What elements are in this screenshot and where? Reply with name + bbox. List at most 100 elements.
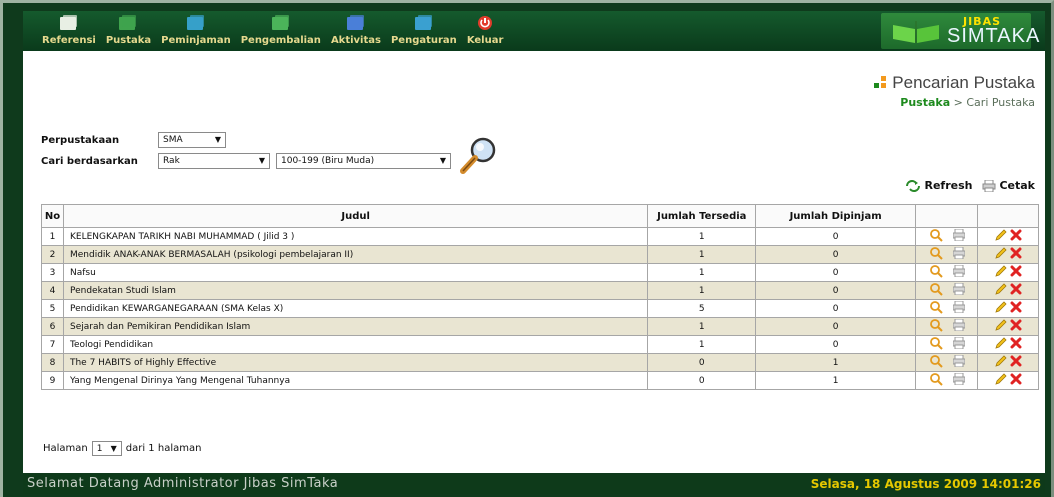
app-frame: Referensi Pustaka Peminjaman Pengembalian Ak… — [0, 0, 1054, 497]
delete-x-icon[interactable] — [1010, 319, 1022, 334]
pencil-icon[interactable] — [994, 354, 1007, 371]
rak-select[interactable]: 100-199 (Biru Muda) ▼ — [276, 153, 451, 169]
status-footer: Selamat Datang Administrator Jibas SimTa… — [23, 474, 1045, 494]
cell-tersedia: 1 — [647, 281, 757, 300]
nav-item-pengembalian[interactable]: Pengembalian — [236, 13, 326, 46]
cell-edit-actions — [977, 245, 1039, 264]
pager-prefix: Halaman — [43, 443, 88, 454]
delete-x-icon[interactable] — [1010, 265, 1022, 280]
aktivitas-icon — [343, 13, 369, 33]
page-select[interactable]: 1 ▼ — [91, 441, 122, 456]
magnifier-icon[interactable] — [929, 354, 943, 371]
nav-item-label: Pengaturan — [390, 35, 457, 46]
main-menu: Referensi Pustaka Peminjaman Pengembalian Ak… — [37, 13, 508, 46]
delete-x-icon[interactable] — [1010, 355, 1022, 370]
nav-item-aktivitas[interactable]: Aktivitas — [326, 13, 386, 46]
print-icon[interactable] — [952, 264, 966, 280]
print-icon[interactable] — [952, 228, 966, 244]
col-header-view — [915, 204, 978, 228]
magnifier-icon[interactable] — [929, 300, 943, 317]
pencil-icon[interactable] — [994, 372, 1007, 389]
magnifier-icon[interactable] — [929, 282, 943, 299]
table-row: 6 Sejarah dan Pemikiran Pendidikan Islam 1… — [41, 317, 1039, 336]
pencil-icon[interactable] — [994, 282, 1007, 299]
nav-item-label: Aktivitas — [330, 35, 381, 46]
cell-view-actions — [915, 245, 978, 264]
nav-item-label: Pengembalian — [240, 35, 321, 46]
table-row: 5 Pendidikan KEWARGANEGARAAN (SMA Kelas X… — [41, 299, 1039, 318]
pencil-icon[interactable] — [994, 318, 1007, 335]
cell-view-actions — [915, 227, 978, 246]
pagination: Halaman 1 ▼ dari 1 halaman — [43, 441, 201, 456]
cell-view-actions — [915, 353, 978, 372]
search-button-magnifier-icon[interactable] — [459, 135, 499, 175]
cell-judul: The 7 HABITS of Highly Effective — [62, 353, 649, 372]
breadcrumb: Pustaka > Cari Pustaka — [900, 96, 1035, 109]
power-icon — [472, 13, 498, 33]
print-icon[interactable] — [952, 318, 966, 334]
magnifier-icon[interactable] — [929, 372, 943, 389]
col-header-judul: Judul — [62, 204, 649, 228]
perpustakaan-select[interactable]: SMA ▼ — [158, 132, 226, 148]
page-title-text: Pencarian Pustaka — [892, 73, 1035, 92]
table-row: 8 The 7 HABITS of Highly Effective 0 1 — [41, 353, 1039, 372]
magnifier-icon[interactable] — [929, 228, 943, 245]
cell-tersedia: 5 — [647, 299, 757, 318]
pencil-icon[interactable] — [994, 336, 1007, 353]
print-icon[interactable] — [952, 246, 966, 262]
breadcrumb-pustaka-link[interactable]: Pustaka — [900, 96, 950, 109]
jibas-simtaka-logo: JIBAS SIMTAKA — [881, 13, 1039, 49]
chevron-down-icon: ▼ — [214, 135, 221, 144]
cell-no: 7 — [41, 335, 64, 354]
nav-item-peminjaman[interactable]: Peminjaman — [156, 13, 236, 46]
pengembalian-icon — [268, 13, 294, 33]
cell-no: 4 — [41, 281, 64, 300]
nav-item-keluar[interactable]: Keluar — [462, 13, 509, 46]
cari-berdasarkan-select-value: Rak — [163, 156, 180, 166]
print-icon[interactable] — [952, 354, 966, 370]
magnifier-icon[interactable] — [929, 336, 943, 353]
nav-item-referensi[interactable]: Referensi — [37, 13, 101, 46]
cell-judul: Nafsu — [62, 263, 649, 282]
cell-view-actions — [915, 299, 978, 318]
delete-x-icon[interactable] — [1010, 283, 1022, 298]
nav-item-pengaturan[interactable]: Pengaturan — [386, 13, 462, 46]
pustaka-table: No Judul Jumlah Tersedia Jumlah Dipinjam… — [41, 204, 1039, 390]
delete-x-icon[interactable] — [1010, 229, 1022, 244]
print-icon[interactable] — [952, 336, 966, 352]
cell-view-actions — [915, 263, 978, 282]
refresh-button[interactable]: Refresh — [905, 179, 972, 192]
delete-x-icon[interactable] — [1010, 247, 1022, 262]
magnifier-icon[interactable] — [929, 318, 943, 335]
cell-judul: KELENGKAPAN TARIKH NABI MUHAMMAD ( Jilid… — [62, 227, 649, 246]
magnifier-icon[interactable] — [929, 264, 943, 281]
pencil-icon[interactable] — [994, 246, 1007, 263]
breadcrumb-current: Cari Pustaka — [966, 96, 1035, 109]
pager-suffix: dari 1 halaman — [125, 443, 202, 454]
nav-item-pustaka[interactable]: Pustaka — [101, 13, 156, 46]
pencil-icon[interactable] — [994, 264, 1007, 281]
cell-judul: Pendekatan Studi Islam — [62, 281, 649, 300]
pencil-icon[interactable] — [994, 300, 1007, 317]
table-header-row: No Judul Jumlah Tersedia Jumlah Dipinjam — [41, 204, 1039, 228]
magnifier-icon[interactable] — [929, 246, 943, 263]
cetak-button[interactable]: Cetak — [982, 179, 1035, 192]
cell-edit-actions — [977, 317, 1039, 336]
page-select-value: 1 — [96, 444, 103, 454]
cell-edit-actions — [977, 227, 1039, 246]
table-actions: Refresh Cetak — [905, 179, 1035, 192]
cell-judul: Yang Mengenal Dirinya Yang Mengenal Tuha… — [62, 371, 649, 390]
delete-x-icon[interactable] — [1010, 301, 1022, 316]
print-icon[interactable] — [952, 300, 966, 316]
pencil-icon[interactable] — [994, 228, 1007, 245]
nav-item-label: Peminjaman — [161, 35, 231, 46]
delete-x-icon[interactable] — [1010, 337, 1022, 352]
perpustakaan-label: Perpustakaan — [41, 135, 120, 146]
print-icon — [982, 179, 996, 192]
cari-berdasarkan-select[interactable]: Rak ▼ — [158, 153, 270, 169]
delete-x-icon[interactable] — [1010, 373, 1022, 388]
print-icon[interactable] — [952, 282, 966, 298]
cell-dipinjam: 1 — [755, 371, 917, 390]
cell-view-actions — [915, 335, 978, 354]
print-icon[interactable] — [952, 372, 966, 388]
